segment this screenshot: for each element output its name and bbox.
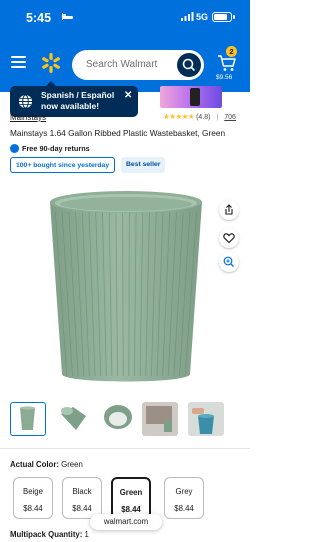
menu-icon[interactable]	[11, 56, 26, 68]
multipack-value: 1	[84, 530, 89, 539]
brand-link[interactable]: Mainstays	[10, 113, 46, 122]
actual-color-label-text: Actual Color:	[10, 460, 59, 469]
share-icon	[225, 204, 233, 215]
sleep-focus-icon	[62, 13, 73, 20]
multipack-label: Multipack Quantity:	[10, 530, 83, 539]
heart-icon	[223, 233, 235, 244]
thumbnail-room-scene	[142, 402, 178, 436]
color-option-grey[interactable]: Grey $8.44	[164, 477, 204, 519]
color-option-name: Beige	[23, 487, 43, 496]
globe-icon	[19, 94, 32, 109]
cart-button[interactable]: 2 $9.56	[213, 46, 243, 86]
rating-stars-icon: ★★★★★	[163, 112, 195, 121]
free-returns: Free 90-day returns	[10, 143, 90, 154]
cart-count-badge: 2	[226, 46, 237, 57]
color-option-beige[interactable]: Beige $8.44	[13, 477, 53, 519]
cart-total: $9.56	[216, 74, 233, 81]
cart-icon	[218, 55, 236, 71]
signal-icon	[181, 12, 194, 21]
zoom-button[interactable]	[219, 252, 239, 272]
rating-separator: |	[216, 114, 219, 121]
search-icon	[182, 58, 195, 71]
thumbnail-1[interactable]	[10, 402, 46, 436]
color-option-green[interactable]: Green $8.44	[111, 477, 151, 519]
product-main-image[interactable]	[44, 188, 208, 384]
color-option-name: Black	[72, 487, 92, 496]
actual-color-label: Actual Color: Green	[10, 460, 83, 469]
thumbnail-wastebasket-front	[20, 406, 35, 430]
selected-color-value: Green	[61, 460, 83, 469]
product-title: Mainstays 1.64 Gallon Ribbed Plastic Was…	[10, 128, 226, 138]
rating-value: (4.8)	[196, 114, 211, 121]
product-rating[interactable]: ★★★★★ (4.8) | 706	[163, 112, 236, 121]
thumbnail-in-use	[188, 402, 224, 436]
search-button[interactable]	[177, 53, 201, 77]
search-placeholder: Search Walmart	[86, 59, 158, 70]
section-divider	[0, 448, 250, 449]
thumbnail-4[interactable]	[142, 402, 178, 436]
color-option-price: $8.44	[174, 504, 194, 513]
language-tooltip-text: Spanish / Español now available!	[41, 90, 115, 111]
thumbnail-3[interactable]	[100, 402, 136, 436]
close-icon[interactable]: ✕	[124, 90, 132, 101]
bought-since-yesterday-badge: 100+ bought since yesterday	[10, 157, 116, 173]
thumbnail-5[interactable]	[188, 402, 224, 436]
returns-icon	[10, 143, 19, 153]
search-bar[interactable]: Search Walmart	[72, 50, 204, 80]
color-option-name: Green	[119, 488, 143, 497]
best-seller-badge: Best seller	[121, 157, 166, 173]
top-header: Search Walmart 2 $9.56	[0, 34, 250, 92]
color-option-price: $8.44	[23, 504, 43, 513]
color-option-price: $8.44	[72, 504, 92, 513]
status-bar: 5:45 5G	[0, 0, 250, 34]
color-option-price: $8.44	[121, 505, 141, 514]
share-button[interactable]	[219, 200, 239, 220]
battery-icon	[212, 12, 235, 22]
returns-text: Free 90-day returns	[22, 144, 90, 153]
promo-product-image	[190, 88, 200, 106]
browser-url-bar[interactable]: walmart.com	[90, 514, 162, 530]
zoom-in-icon	[223, 256, 234, 267]
color-option-black[interactable]: Black $8.44	[62, 477, 102, 519]
thumbnail-wastebasket-top	[104, 405, 132, 429]
review-count-link[interactable]: 706	[224, 114, 236, 121]
color-option-name: Grey	[175, 487, 193, 496]
thumbnail-2[interactable]	[56, 402, 92, 436]
network-type: 5G	[196, 12, 209, 22]
status-time: 5:45	[26, 11, 52, 25]
favorite-button[interactable]	[219, 228, 239, 248]
thumbnail-wastebasket-side	[61, 407, 86, 430]
multipack-quantity: Multipack Quantity: 1	[10, 530, 89, 539]
walmart-spark-logo[interactable]	[40, 52, 62, 74]
